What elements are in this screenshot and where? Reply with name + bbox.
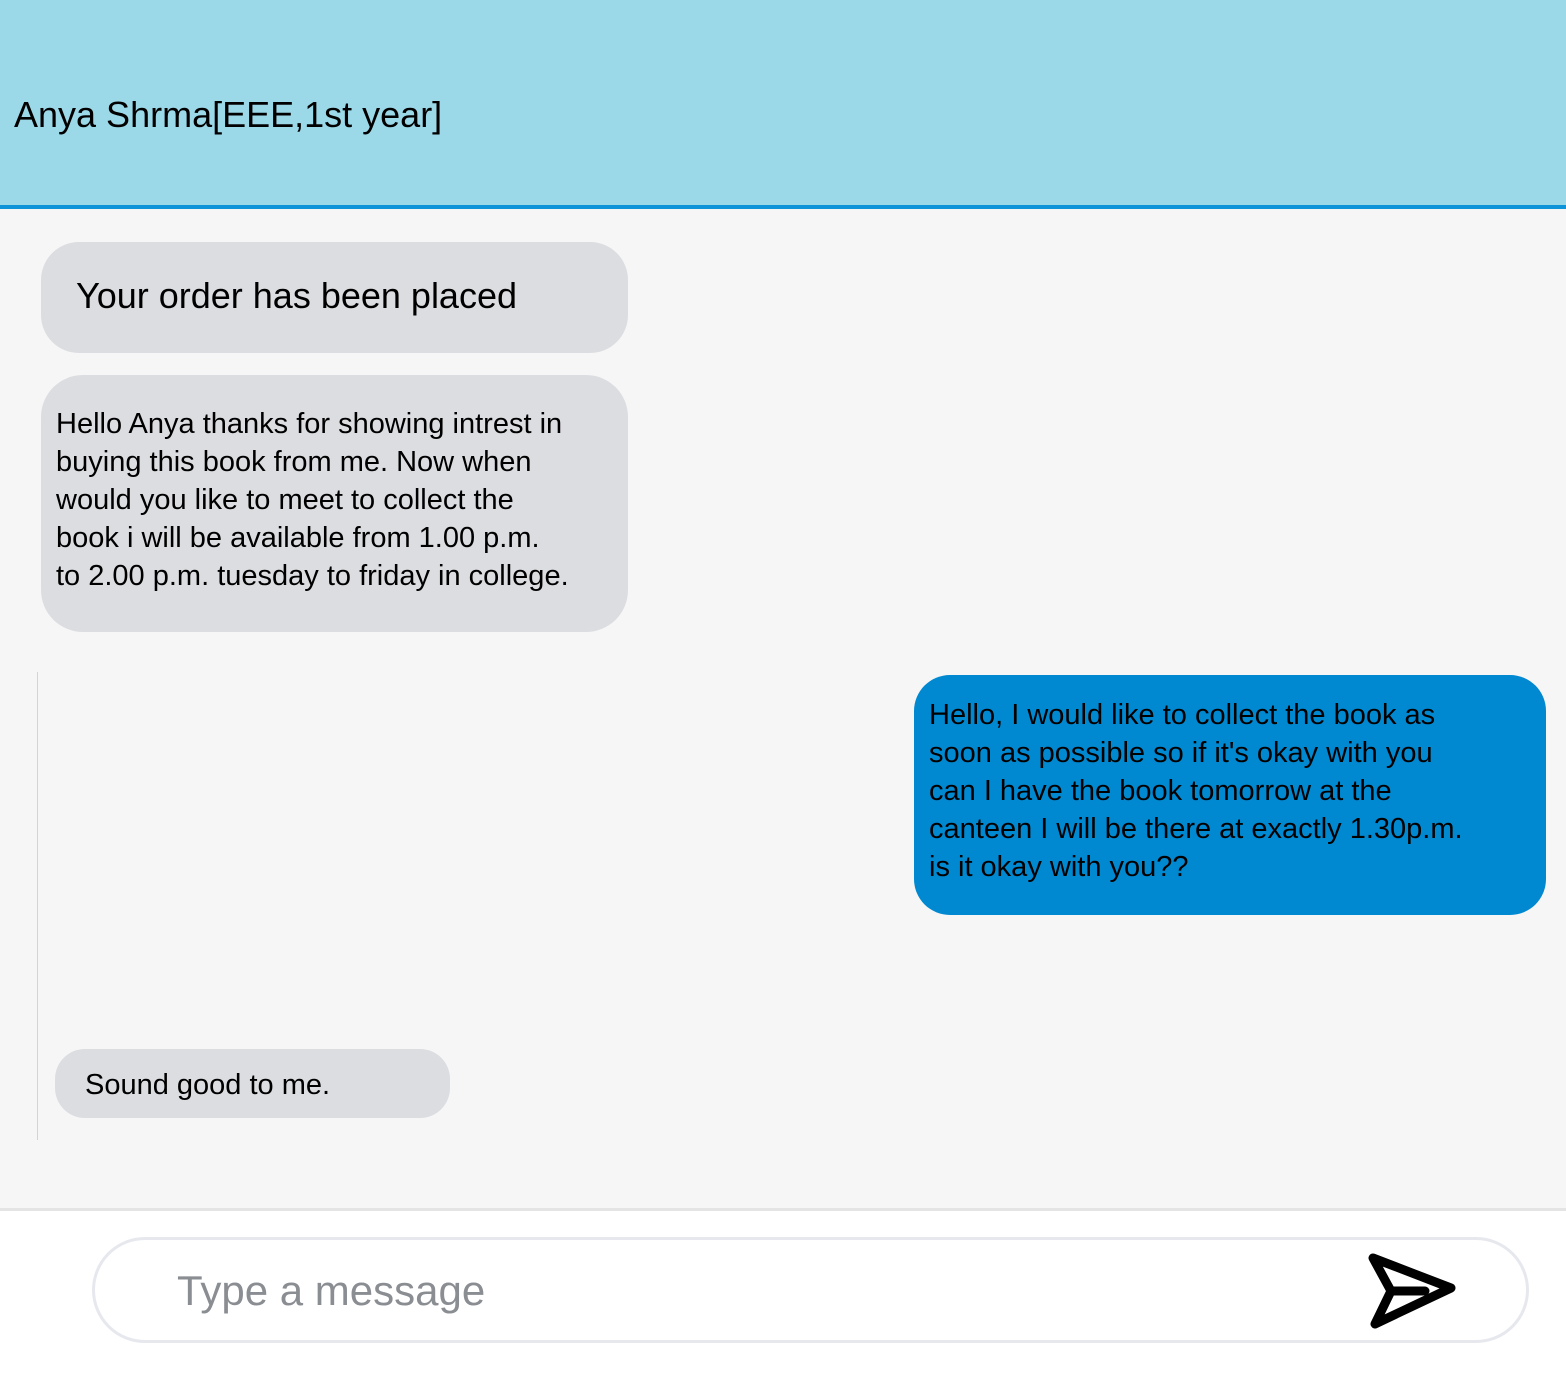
message-text: Hello, I would like to collect the book …: [929, 699, 1463, 883]
message-list[interactable]: Your order has been placed Hello Anya th…: [0, 209, 1566, 1208]
message-text: Your order has been placed: [76, 275, 517, 316]
send-button[interactable]: [1365, 1248, 1461, 1334]
message-bubble-incoming: Sound good to me.: [55, 1049, 450, 1118]
thread-divider: [37, 672, 38, 1140]
contact-name: Anya Shrma[EEE,1st year]: [14, 94, 443, 135]
message-input[interactable]: [177, 1265, 1327, 1317]
message-box[interactable]: [92, 1237, 1529, 1343]
message-bubble-incoming: Hello Anya thanks for showing intrest in…: [41, 375, 628, 632]
message-text: Hello Anya thanks for showing intrest in…: [56, 408, 569, 592]
message-text: Sound good to me.: [85, 1069, 331, 1101]
message-bubble-incoming: Your order has been placed: [41, 242, 628, 353]
send-icon: [1368, 1253, 1456, 1329]
message-bubble-outgoing: Hello, I would like to collect the book …: [914, 675, 1546, 915]
composer-bar: [0, 1208, 1566, 1379]
chat-header: Anya Shrma[EEE,1st year]: [0, 0, 1566, 209]
